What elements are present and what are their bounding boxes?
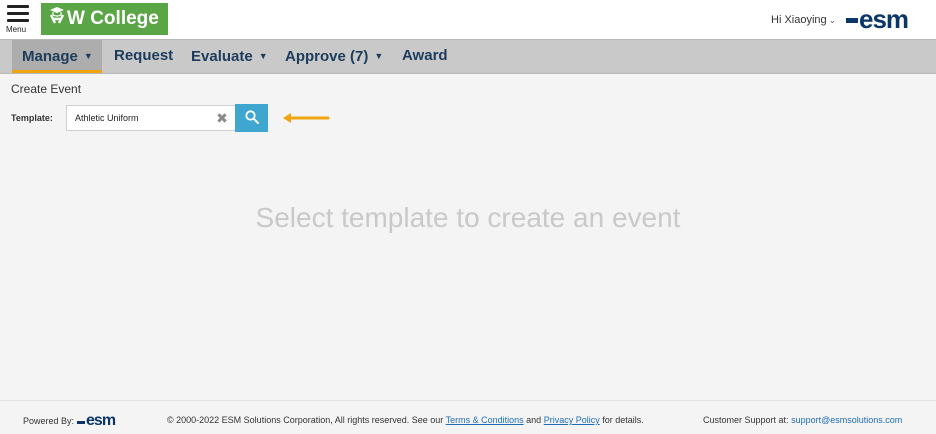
nav-request[interactable]: Request [114, 40, 173, 73]
customer-support: Customer Support at: support@esmsolution… [703, 415, 902, 425]
caret-down-icon: ▼ [83, 51, 93, 61]
template-input[interactable] [66, 105, 236, 131]
terms-link[interactable]: Terms & Conditions [446, 415, 524, 425]
nav-request-label: Request [114, 47, 174, 64]
search-button[interactable] [235, 104, 268, 132]
top-header: Menu W College Hi Xiaoying ⌄ esm [0, 0, 936, 40]
nav-award[interactable]: Award [402, 40, 448, 73]
graduation-cap-icon [49, 3, 65, 35]
user-menu[interactable]: Hi Xiaoying ⌄ [771, 14, 836, 26]
copyright-prefix: © 2000-2022 ESM Solutions Corporation, A… [167, 415, 444, 425]
menu-label: Menu [6, 25, 27, 34]
esm-footer-logo-text: esm [86, 412, 116, 429]
nav-evaluate[interactable]: Evaluate ▼ [191, 40, 268, 73]
college-name: W College [67, 8, 159, 29]
nav-approve[interactable]: Approve (7) ▼ [285, 40, 383, 73]
nav-manage-label: Manage [22, 48, 78, 65]
and-text: and [526, 415, 542, 425]
esm-logo-dash [77, 420, 86, 424]
esm-footer-logo: esm [77, 412, 116, 429]
support-email-link[interactable]: support@esmsolutions.com [791, 415, 902, 425]
annotation-arrow-icon [281, 111, 331, 125]
college-logo[interactable]: W College [41, 3, 168, 35]
copyright-suffix: for details. [602, 415, 644, 425]
user-greeting: Hi Xiaoying [771, 14, 827, 26]
nav-evaluate-label: Evaluate [191, 48, 253, 65]
privacy-link[interactable]: Privacy Policy [544, 415, 600, 425]
esm-logo-dash [846, 18, 858, 23]
page-title: Create Event [11, 82, 82, 96]
nav-manage[interactable]: Manage ▼ [12, 40, 102, 73]
search-icon [244, 109, 259, 127]
esm-logo-text: esm [859, 4, 909, 34]
footer: Powered By: esm © 2000-2022 ESM Solution… [0, 400, 936, 434]
caret-down-icon: ▼ [374, 51, 384, 61]
menu-button[interactable]: Menu [6, 5, 32, 35]
caret-down-icon: ▼ [258, 51, 268, 61]
main-nav: Manage ▼ Request Evaluate ▼ Approve (7) ▼ A… [0, 39, 936, 74]
powered-by: Powered By: esm [23, 412, 116, 429]
support-label: Customer Support at: [703, 415, 789, 425]
close-icon[interactable]: ✖ [214, 110, 230, 126]
hamburger-icon [7, 5, 29, 8]
nav-approve-label: Approve (7) [285, 48, 369, 65]
esm-logo: esm [846, 4, 909, 34]
copyright: © 2000-2022 ESM Solutions Corporation, A… [167, 415, 644, 425]
empty-state-message: Select template to create an event [255, 202, 681, 233]
chevron-down-icon: ⌄ [828, 15, 837, 25]
hamburger-icon-bar [7, 19, 29, 22]
powered-by-label: Powered By: [23, 416, 75, 426]
template-label: Template: [11, 113, 53, 123]
hamburger-icon-bar [7, 12, 29, 15]
nav-award-label: Award [402, 47, 448, 64]
